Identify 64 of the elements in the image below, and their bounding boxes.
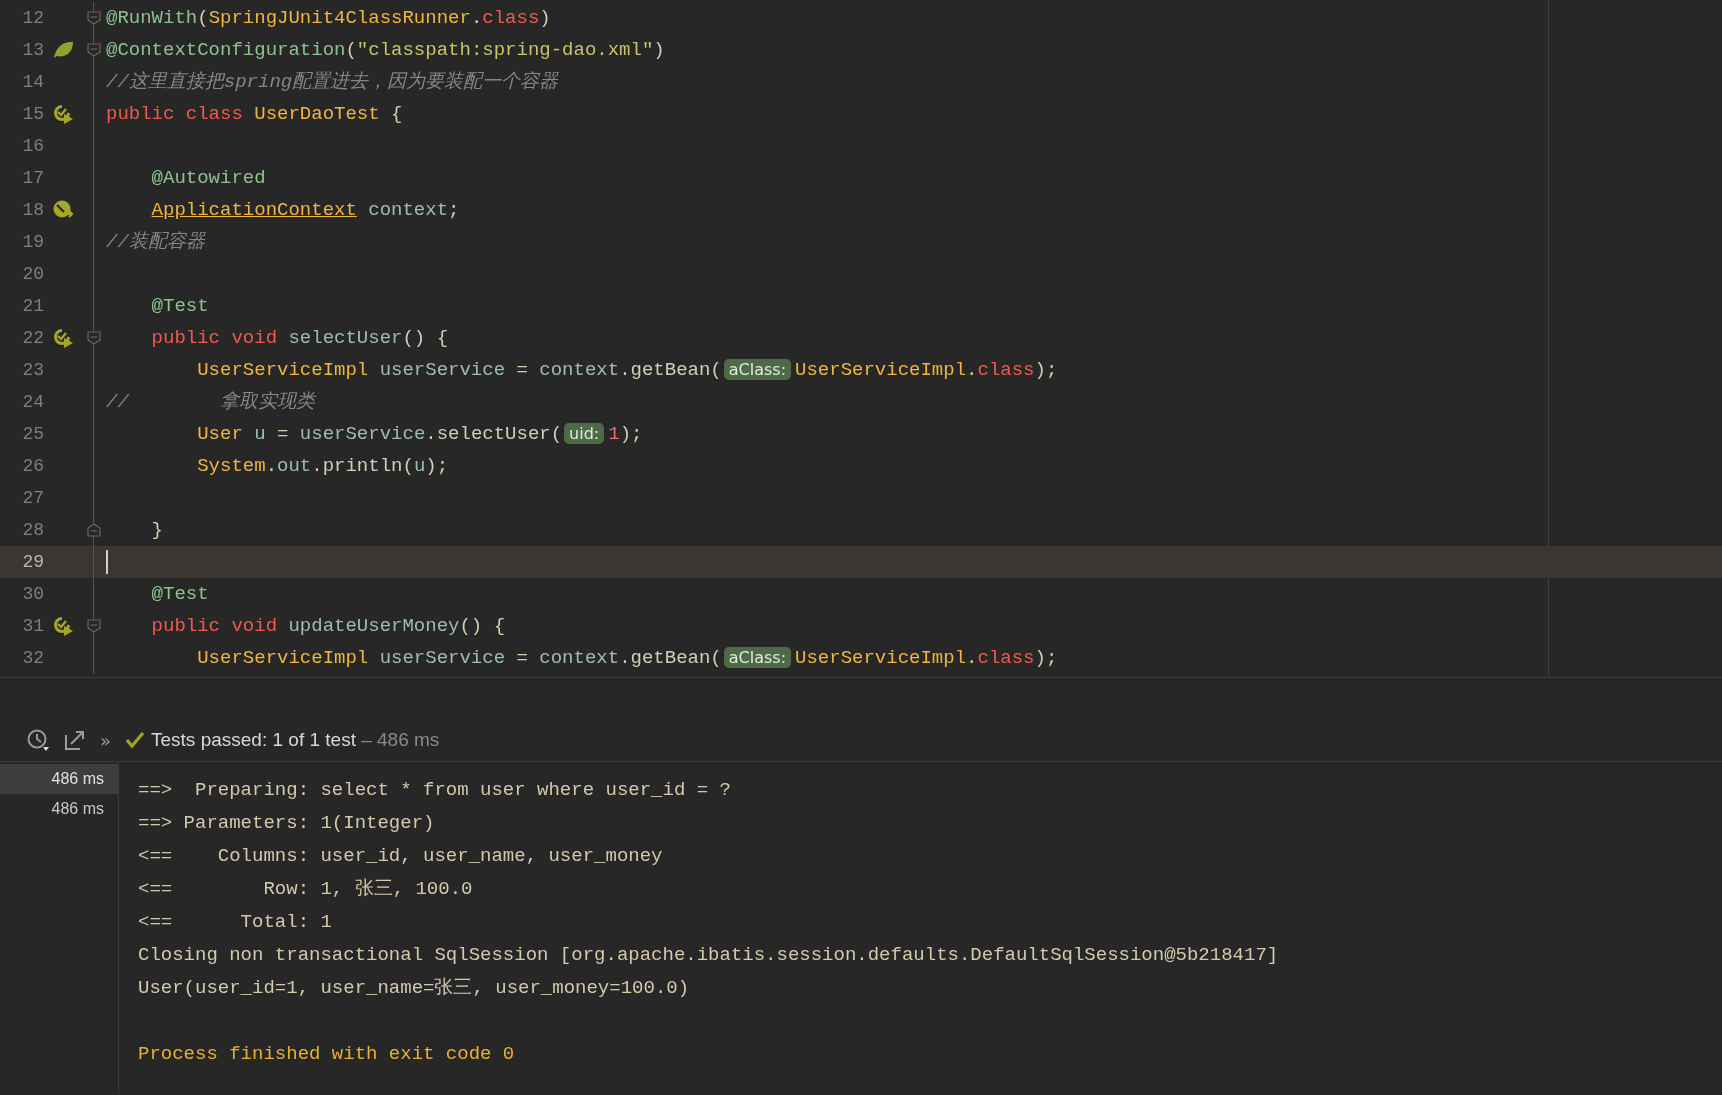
code-line: public void updateUserMoney() {: [150, 614, 506, 639]
code-line: System.out.println(u);: [196, 454, 449, 479]
fold-icon: [87, 11, 101, 25]
code-line: @Autowired: [150, 166, 266, 191]
console-line: Closing non transactional SqlSession [org.apache.ibatis.session.defaults.DefaultSqlSession@5b218417]: [138, 943, 1280, 968]
line-number: 27: [21, 486, 44, 510]
code-line: @ContextConfiguration("classpath:spring-dao.xml"): [106, 38, 665, 63]
code-line: @Test: [150, 294, 209, 319]
code-line: UserServiceImpl userService = context.getBean( aClass: UserServiceImpl.class);: [196, 358, 1058, 383]
test-duration: – 486 ms: [360, 727, 440, 752]
line-number: 25: [21, 422, 44, 446]
code-line: //装配容器: [106, 230, 205, 255]
console-line: ==> Parameters: 1(Integer): [138, 811, 436, 836]
run-icon[interactable]: [52, 327, 74, 349]
test-row[interactable]: 486 ms: [0, 764, 118, 794]
fold-icon: [87, 331, 101, 345]
run-icon[interactable]: [52, 103, 74, 125]
check-icon: [125, 731, 145, 749]
export-icon: [64, 729, 86, 751]
line-number: 30: [21, 582, 44, 606]
line-number: 23: [21, 358, 44, 382]
line-number: 15: [21, 102, 44, 126]
console-line: <== Total: 1: [138, 910, 333, 935]
text-cursor: [106, 550, 108, 574]
code-line: @RunWith(SpringJUnit4ClassRunner.class): [106, 6, 551, 31]
more-button[interactable]: »: [100, 726, 111, 754]
line-number: 24: [21, 390, 44, 414]
code-line: @Test: [150, 582, 209, 607]
line-number: 16: [21, 134, 44, 158]
line-number: 13: [21, 38, 44, 62]
fold-icon: [87, 619, 101, 633]
test-row[interactable]: 486 ms: [0, 794, 118, 824]
console-line: User(user_id=1, user_name=张三, user_money=100.0): [138, 976, 691, 1001]
line-number: 17: [21, 166, 44, 190]
code-line: //这里直接把spring配置进去，因为要装配一个容器: [106, 70, 559, 95]
console-line: <== Row: 1, 张三, 100.0: [138, 877, 474, 902]
line-number: 29: [21, 550, 44, 574]
code-line: ApplicationContext context;: [150, 198, 460, 223]
line-number: 28: [21, 518, 44, 542]
code-line: User u = userService.selectUser( uid: 1);: [196, 422, 643, 447]
run-icon[interactable]: [52, 615, 74, 637]
line-number: 22: [21, 326, 44, 350]
leaf-icon: [52, 40, 74, 60]
code-line: // 拿取实现类: [106, 390, 316, 415]
line-number: 12: [21, 6, 44, 30]
code-line: public void selectUser() {: [150, 326, 449, 351]
line-number: 31: [21, 614, 44, 638]
code-line: UserServiceImpl userService = context.getBean( aClass: UserServiceImpl.class);: [196, 646, 1058, 671]
line-number: 20: [21, 262, 44, 286]
history-icon: [26, 728, 50, 752]
console-line: Process finished with exit code 0: [138, 1042, 516, 1067]
line-number: 14: [21, 70, 44, 94]
line-number: 21: [21, 294, 44, 318]
test-status-text: Tests passed: 1 of 1 test: [151, 727, 356, 752]
console-line: ==> Preparing: select * from user where user_id = ?: [138, 778, 732, 803]
line-number: 18: [21, 198, 44, 222]
console-line: <== Columns: user_id, user_name, user_money: [138, 844, 664, 869]
line-number: 26: [21, 454, 44, 478]
line-number: 19: [21, 230, 44, 254]
fold-icon: [87, 523, 101, 537]
code-line: }: [150, 518, 163, 543]
fold-icon: [87, 43, 101, 57]
line-number: 32: [21, 646, 44, 670]
code-line: public class UserDaoTest {: [106, 102, 403, 127]
